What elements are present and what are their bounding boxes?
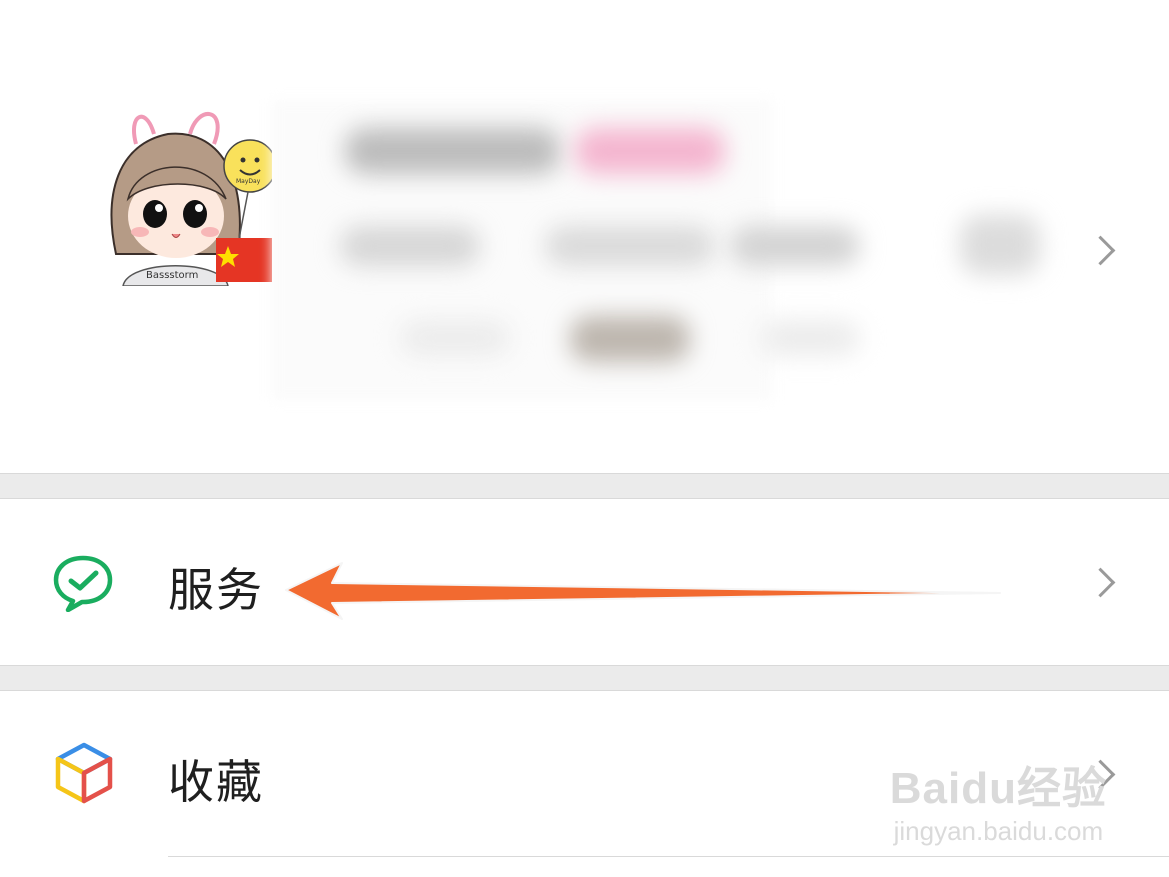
section-gap bbox=[0, 474, 1169, 498]
baidu-watermark: Baidu经验 jingyan.baidu.com bbox=[890, 752, 1107, 847]
annotation-arrow bbox=[285, 562, 1001, 620]
favorites-cube-icon bbox=[55, 742, 113, 804]
menu-item-favorites-label: 收藏 bbox=[168, 755, 264, 809]
profile-tag-blurred bbox=[575, 128, 725, 174]
divider bbox=[168, 856, 1169, 857]
avatar-illustration bbox=[110, 112, 272, 286]
qr-code-icon[interactable] bbox=[960, 215, 1040, 275]
profile-id-blurred-3 bbox=[730, 226, 860, 266]
profile-status-blurred-1 bbox=[400, 320, 510, 356]
profile-id-blurred-2 bbox=[545, 226, 715, 266]
profile-card[interactable]: Bassstorm MayDay bbox=[0, 0, 1169, 474]
avatar[interactable]: Bassstorm MayDay bbox=[98, 104, 272, 286]
avatar-caption: Bassstorm bbox=[146, 270, 199, 281]
menu-item-services-label: 服务 bbox=[168, 563, 264, 617]
chevron-right-icon bbox=[1085, 235, 1116, 266]
profile-status-blurred-3 bbox=[760, 320, 860, 356]
balloon-caption: MayDay bbox=[236, 178, 261, 185]
profile-name-blurred bbox=[345, 128, 560, 174]
profile-status-blurred-2 bbox=[570, 316, 690, 362]
watermark-brand: Baidu经验 bbox=[889, 764, 1107, 813]
watermark-url: jingyan.baidu.com bbox=[893, 816, 1104, 846]
chevron-right-icon bbox=[1085, 567, 1116, 598]
profile-id-blurred-1 bbox=[340, 226, 480, 266]
wechat-pay-icon bbox=[53, 555, 113, 612]
section-gap bbox=[0, 666, 1169, 690]
